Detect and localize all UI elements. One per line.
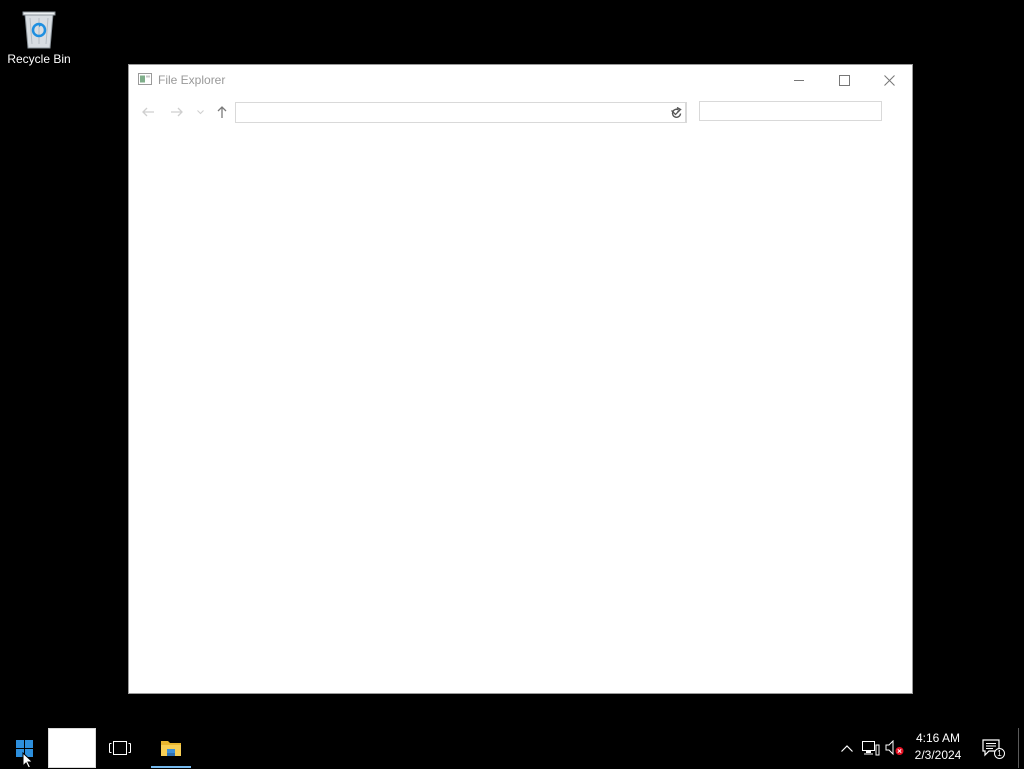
file-explorer-app-icon — [138, 73, 152, 85]
arrow-right-icon — [171, 107, 183, 117]
forward-button[interactable] — [168, 103, 186, 121]
clock[interactable]: 4:16 AM 2/3/2024 — [908, 730, 968, 766]
task-view-icon — [109, 741, 131, 755]
chevron-down-icon — [196, 109, 204, 114]
address-bar[interactable] — [235, 102, 686, 123]
refresh-button[interactable] — [666, 102, 687, 123]
action-center-button[interactable]: 1 — [978, 728, 1006, 768]
up-button[interactable] — [213, 103, 231, 121]
recycle-bin-label: Recycle Bin — [7, 52, 71, 66]
volume-muted-icon — [885, 740, 904, 756]
network-status-button[interactable] — [860, 728, 882, 768]
chevron-up-icon — [841, 744, 853, 752]
taskbar: 4:16 AM 2/3/2024 1 — [0, 728, 1024, 768]
search-icon — [66, 740, 82, 756]
maximize-icon — [839, 74, 850, 86]
recent-locations-button[interactable] — [194, 103, 206, 121]
taskbar-search-button[interactable] — [48, 728, 96, 768]
close-button[interactable] — [867, 65, 912, 95]
folder-icon — [161, 741, 181, 756]
task-view-button[interactable] — [96, 728, 144, 768]
navigation-bar — [129, 97, 912, 127]
taskbar-file-explorer-button[interactable] — [148, 728, 194, 768]
show-hidden-icons-button[interactable] — [837, 728, 857, 768]
volume-button[interactable] — [884, 728, 906, 768]
mouse-cursor-icon — [22, 752, 34, 769]
minimize-button[interactable] — [777, 65, 822, 95]
close-icon — [884, 74, 895, 86]
arrow-left-icon — [142, 107, 154, 117]
recycle-bin-icon — [22, 11, 56, 49]
notification-count-badge: 1 — [994, 748, 1005, 759]
search-box[interactable] — [699, 101, 882, 121]
minimize-icon — [794, 79, 804, 81]
window-title: File Explorer — [158, 73, 226, 87]
content-area[interactable] — [129, 129, 912, 693]
file-explorer-window[interactable]: File Explorer — [128, 64, 913, 694]
refresh-icon — [671, 106, 682, 118]
recycle-bin-desktop-icon[interactable]: Recycle Bin — [4, 6, 74, 76]
show-desktop-button[interactable] — [1018, 728, 1019, 768]
window-titlebar[interactable]: File Explorer — [129, 65, 912, 95]
arrow-up-icon — [217, 106, 227, 118]
clock-date: 2/3/2024 — [914, 748, 962, 762]
network-icon — [862, 740, 880, 755]
maximize-button[interactable] — [822, 65, 867, 95]
clock-time: 4:16 AM — [915, 731, 961, 745]
back-button[interactable] — [139, 103, 157, 121]
